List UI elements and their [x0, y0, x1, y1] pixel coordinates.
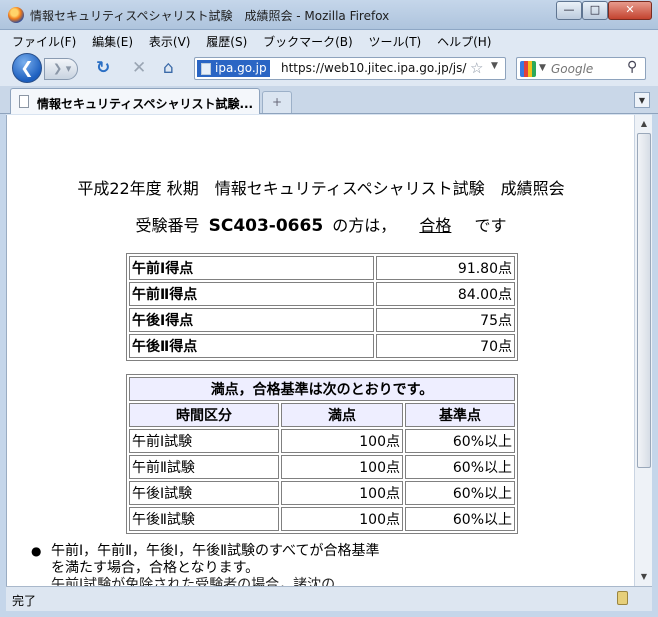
- full-score-cell: 100点: [281, 429, 403, 453]
- plus-icon: +: [271, 95, 283, 109]
- table-caption-row: 満点，合格基準は次のとおりです。: [129, 377, 515, 401]
- google-icon[interactable]: [520, 61, 536, 77]
- score-value: 70点: [376, 334, 515, 358]
- site-identity-button[interactable]: ipa.go.jp: [197, 60, 270, 77]
- base-score-cell: 60%以上: [405, 429, 515, 453]
- score-value: 84.00点: [376, 282, 515, 306]
- score-table: 午前Ⅰ得点 91.80点 午前Ⅱ得点 84.00点 午後Ⅰ得点 75点 午後Ⅱ得…: [126, 253, 518, 361]
- home-icon[interactable]: ⌂: [163, 58, 174, 78]
- stop-icon[interactable]: ✕: [132, 58, 146, 78]
- column-header: 基準点: [405, 403, 515, 427]
- result-suffix: です: [474, 216, 507, 235]
- window-title: 情報セキュリティスペシャリスト試験 成績照会 - Mozilla Firefox: [30, 9, 390, 23]
- section-cell: 午前Ⅰ試験: [129, 429, 279, 453]
- menu-edit[interactable]: 編集(E): [86, 30, 139, 50]
- table-header-row: 時間区分 満点 基準点: [129, 403, 515, 427]
- magnifier-icon[interactable]: ⚲: [627, 59, 637, 75]
- scroll-down-icon[interactable]: ▼: [637, 570, 651, 584]
- page-title: 平成22年度 秋期 情報セキュリティスペシャリスト試験 成績照会: [77, 179, 565, 198]
- window-frame-bottom: [0, 611, 658, 617]
- url-history-dropdown-icon[interactable]: ▼: [491, 61, 498, 71]
- score-label: 午前Ⅱ得点: [129, 282, 374, 306]
- score-label: 午後Ⅰ得点: [129, 308, 374, 332]
- status-bar: 完了: [6, 586, 652, 611]
- score-value: 91.80点: [376, 256, 515, 280]
- section-cell: 午後Ⅰ試験: [129, 481, 279, 505]
- base-score-cell: 60%以上: [405, 481, 515, 505]
- back-arrow-icon: ❮: [20, 58, 34, 77]
- bullet-icon: ●: [31, 544, 42, 558]
- table-row: 午後Ⅱ得点 70点: [129, 334, 515, 358]
- section-cell: 午前Ⅱ試験: [129, 455, 279, 479]
- criteria-table: 満点，合格基準は次のとおりです。 時間区分 満点 基準点 午前Ⅰ試験 100点 …: [126, 374, 518, 534]
- scroll-thumb[interactable]: [637, 133, 651, 468]
- window-frame-right: [652, 114, 658, 617]
- tab-label: 情報セキュリティスペシャリスト試験...: [37, 97, 254, 111]
- base-score-cell: 60%以上: [405, 455, 515, 479]
- table-row: 午前Ⅱ試験 100点 60%以上: [129, 455, 515, 479]
- menu-bar: ファイル(F) 編集(E) 表示(V) 履歴(S) ブックマーク(B) ツール(…: [0, 30, 658, 50]
- table-row: 午前Ⅰ試験 100点 60%以上: [129, 429, 515, 453]
- reload-icon[interactable]: ↻: [96, 58, 110, 78]
- note-item-partial: 午前Ⅰ試験が免除された受験者の場合，諸沈の: [51, 577, 336, 586]
- status-text: 完了: [12, 594, 37, 608]
- site-identity-label: ipa.go.jp: [215, 61, 267, 75]
- page-icon: [201, 63, 211, 75]
- menu-help[interactable]: ヘルプ(H): [431, 30, 497, 50]
- full-score-cell: 100点: [281, 481, 403, 505]
- search-bar[interactable]: ▼ ⚲: [516, 57, 646, 80]
- tab-bar: 情報セキュリティスペシャリスト試験... + ▼: [0, 86, 658, 114]
- result-status: 合格: [419, 216, 452, 235]
- column-header: 満点: [281, 403, 403, 427]
- menu-view[interactable]: 表示(V): [143, 30, 197, 50]
- criteria-caption: 満点，合格基準は次のとおりです。: [129, 377, 515, 401]
- exam-number: SC403-0665: [208, 216, 324, 236]
- search-input[interactable]: [551, 60, 625, 77]
- result-line: 受験番号 SC403-0665 の方は， 合格 です: [7, 212, 634, 236]
- back-button[interactable]: ❮: [12, 53, 42, 83]
- new-tab-button[interactable]: +: [262, 91, 292, 113]
- vertical-scrollbar[interactable]: ▲ ▼: [634, 115, 652, 586]
- full-score-cell: 100点: [281, 455, 403, 479]
- minimize-button[interactable]: —: [556, 1, 582, 20]
- full-score-cell: 100点: [281, 507, 403, 531]
- maximize-button[interactable]: □: [582, 1, 608, 20]
- url-text[interactable]: https://web10.jitec.ipa.go.jp/js/: [281, 61, 466, 75]
- lock-icon[interactable]: [617, 591, 628, 605]
- navigation-toolbar: ❮ ❯ ▾ ↻ ✕ ⌂ ipa.go.jp https://web10.jite…: [0, 50, 658, 86]
- score-label: 午後Ⅱ得点: [129, 334, 374, 358]
- menu-bookmarks[interactable]: ブックマーク(B): [257, 30, 359, 50]
- score-value: 75点: [376, 308, 515, 332]
- note-item: 午前Ⅰ，午前Ⅱ，午後Ⅰ，午後Ⅱ試験のすべてが合格基準を満たす場合，合格となります…: [51, 543, 380, 576]
- firefox-icon: [8, 7, 24, 23]
- page-icon: [19, 95, 29, 108]
- table-row: 午前Ⅱ得点 84.00点: [129, 282, 515, 306]
- bookmark-star-icon[interactable]: ☆: [470, 59, 483, 77]
- score-label: 午前Ⅰ得点: [129, 256, 374, 280]
- menu-file[interactable]: ファイル(F): [6, 30, 82, 50]
- section-cell: 午後Ⅱ試験: [129, 507, 279, 531]
- table-row: 午後Ⅰ試験 100点 60%以上: [129, 481, 515, 505]
- forward-arrow-icon: ❯ ▾: [53, 62, 72, 75]
- url-bar[interactable]: ipa.go.jp https://web10.jitec.ipa.go.jp/…: [194, 57, 506, 80]
- tab-current[interactable]: 情報セキュリティスペシャリスト試験...: [10, 88, 260, 114]
- menu-tools[interactable]: ツール(T): [363, 30, 428, 50]
- table-row: 午後Ⅰ得点 75点: [129, 308, 515, 332]
- result-middle: の方は，: [332, 216, 397, 235]
- table-row: 午前Ⅰ得点 91.80点: [129, 256, 515, 280]
- forward-button[interactable]: ❯ ▾: [44, 58, 78, 80]
- base-score-cell: 60%以上: [405, 507, 515, 531]
- column-header: 時間区分: [129, 403, 279, 427]
- close-window-button[interactable]: ✕: [608, 1, 652, 20]
- menu-history[interactable]: 履歴(S): [200, 30, 253, 50]
- scroll-up-icon[interactable]: ▲: [637, 117, 651, 131]
- result-prefix: 受験番号: [135, 216, 200, 235]
- page-viewport: 平成22年度 秋期 情報セキュリティスペシャリスト試験 成績照会 受験番号 SC…: [6, 115, 634, 586]
- search-engine-dropdown-icon[interactable]: ▼: [539, 63, 546, 73]
- tab-list-icon[interactable]: ▼: [634, 92, 650, 108]
- table-row: 午後Ⅱ試験 100点 60%以上: [129, 507, 515, 531]
- title-bar: 情報セキュリティスペシャリスト試験 成績照会 - Mozilla Firefox…: [0, 0, 658, 30]
